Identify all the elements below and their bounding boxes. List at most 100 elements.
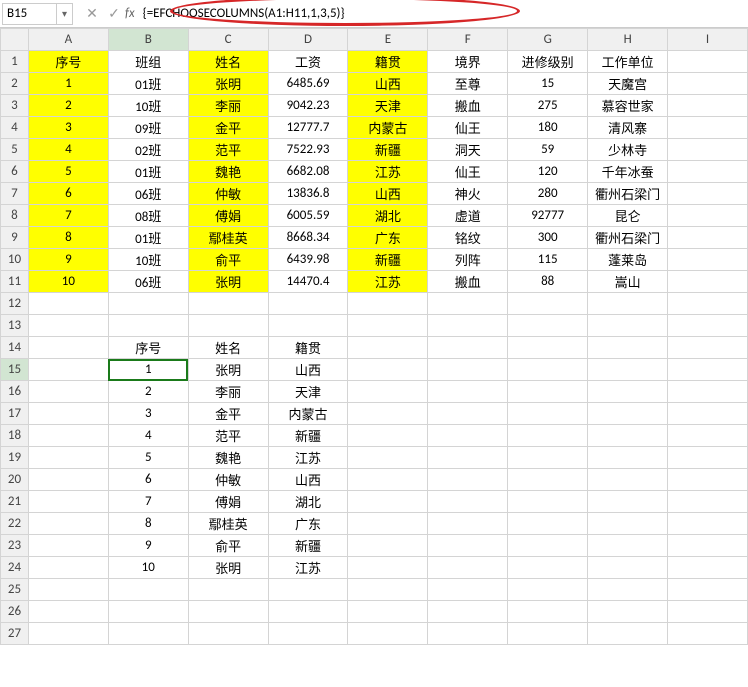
cell-C5[interactable]: 范平 xyxy=(188,139,268,161)
row-header-19[interactable]: 19 xyxy=(1,447,29,469)
cell-C11[interactable]: 张明 xyxy=(188,271,268,293)
cell-I13[interactable] xyxy=(668,315,748,337)
cell-A2[interactable]: 1 xyxy=(28,73,108,95)
cell-D19[interactable]: 江苏 xyxy=(268,447,348,469)
cell-A20[interactable] xyxy=(28,469,108,491)
cell-B15[interactable]: 1 xyxy=(108,359,188,381)
cell-G13[interactable] xyxy=(508,315,588,337)
cell-B25[interactable] xyxy=(108,579,188,601)
confirm-formula-button[interactable]: ✓ xyxy=(103,3,125,25)
cell-A15[interactable] xyxy=(28,359,108,381)
row-header-8[interactable]: 8 xyxy=(1,205,29,227)
cell-F26[interactable] xyxy=(428,601,508,623)
cell-F6[interactable]: 仙王 xyxy=(428,161,508,183)
cell-G22[interactable] xyxy=(508,513,588,535)
cell-B20[interactable]: 6 xyxy=(108,469,188,491)
cell-G11[interactable]: 88 xyxy=(508,271,588,293)
cell-H20[interactable] xyxy=(588,469,668,491)
cell-I10[interactable] xyxy=(668,249,748,271)
cell-H14[interactable] xyxy=(588,337,668,359)
cell-C2[interactable]: 张明 xyxy=(188,73,268,95)
cell-A13[interactable] xyxy=(28,315,108,337)
spreadsheet-grid[interactable]: ABCDEFGHI1序号班组姓名工资籍贯境界进修级别工作单位2101班张明648… xyxy=(0,28,748,645)
cell-H6[interactable]: 千年冰蚕 xyxy=(588,161,668,183)
cell-G1[interactable]: 进修级别 xyxy=(508,51,588,73)
cell-F10[interactable]: 列阵 xyxy=(428,249,508,271)
cell-I17[interactable] xyxy=(668,403,748,425)
cell-I15[interactable] xyxy=(668,359,748,381)
cell-E7[interactable]: 山西 xyxy=(348,183,428,205)
cell-G7[interactable]: 280 xyxy=(508,183,588,205)
row-header-22[interactable]: 22 xyxy=(1,513,29,535)
cell-F22[interactable] xyxy=(428,513,508,535)
cell-A21[interactable] xyxy=(28,491,108,513)
cell-C18[interactable]: 范平 xyxy=(188,425,268,447)
cell-F15[interactable] xyxy=(428,359,508,381)
cell-C24[interactable]: 张明 xyxy=(188,557,268,579)
cell-E1[interactable]: 籍贯 xyxy=(348,51,428,73)
row-header-12[interactable]: 12 xyxy=(1,293,29,315)
cell-E11[interactable]: 江苏 xyxy=(348,271,428,293)
cell-F9[interactable]: 铭纹 xyxy=(428,227,508,249)
cell-H1[interactable]: 工作单位 xyxy=(588,51,668,73)
cell-E13[interactable] xyxy=(348,315,428,337)
cell-F13[interactable] xyxy=(428,315,508,337)
cell-D4[interactable]: 12777.7 xyxy=(268,117,348,139)
cell-C23[interactable]: 俞平 xyxy=(188,535,268,557)
cell-E6[interactable]: 江苏 xyxy=(348,161,428,183)
cell-C20[interactable]: 仲敏 xyxy=(188,469,268,491)
cell-G27[interactable] xyxy=(508,623,588,645)
cell-I23[interactable] xyxy=(668,535,748,557)
cell-G4[interactable]: 180 xyxy=(508,117,588,139)
cell-H24[interactable] xyxy=(588,557,668,579)
cell-E25[interactable] xyxy=(348,579,428,601)
cell-C17[interactable]: 金平 xyxy=(188,403,268,425)
cell-C22[interactable]: 鄢桂英 xyxy=(188,513,268,535)
cell-E18[interactable] xyxy=(348,425,428,447)
cell-H21[interactable] xyxy=(588,491,668,513)
cell-B19[interactable]: 5 xyxy=(108,447,188,469)
row-header-3[interactable]: 3 xyxy=(1,95,29,117)
cell-C16[interactable]: 李丽 xyxy=(188,381,268,403)
cell-C7[interactable]: 仲敏 xyxy=(188,183,268,205)
row-header-18[interactable]: 18 xyxy=(1,425,29,447)
cell-I21[interactable] xyxy=(668,491,748,513)
fx-icon[interactable]: fx xyxy=(125,6,135,21)
cell-B23[interactable]: 9 xyxy=(108,535,188,557)
cell-I22[interactable] xyxy=(668,513,748,535)
row-header-1[interactable]: 1 xyxy=(1,51,29,73)
cell-B12[interactable] xyxy=(108,293,188,315)
row-header-2[interactable]: 2 xyxy=(1,73,29,95)
cell-F23[interactable] xyxy=(428,535,508,557)
cell-C12[interactable] xyxy=(188,293,268,315)
row-header-5[interactable]: 5 xyxy=(1,139,29,161)
cell-I25[interactable] xyxy=(668,579,748,601)
cell-D16[interactable]: 天津 xyxy=(268,381,348,403)
cell-E24[interactable] xyxy=(348,557,428,579)
cell-G16[interactable] xyxy=(508,381,588,403)
cell-B4[interactable]: 09班 xyxy=(108,117,188,139)
cell-D21[interactable]: 湖北 xyxy=(268,491,348,513)
cell-F20[interactable] xyxy=(428,469,508,491)
cell-F24[interactable] xyxy=(428,557,508,579)
cell-I1[interactable] xyxy=(668,51,748,73)
cell-A11[interactable]: 10 xyxy=(28,271,108,293)
cell-G19[interactable] xyxy=(508,447,588,469)
col-header-B[interactable]: B xyxy=(108,29,188,51)
cell-H2[interactable]: 天魔宫 xyxy=(588,73,668,95)
cell-E12[interactable] xyxy=(348,293,428,315)
cell-D10[interactable]: 6439.98 xyxy=(268,249,348,271)
name-box-dropdown[interactable]: ▾ xyxy=(57,3,73,25)
row-header-7[interactable]: 7 xyxy=(1,183,29,205)
cell-B5[interactable]: 02班 xyxy=(108,139,188,161)
cell-H3[interactable]: 慕容世家 xyxy=(588,95,668,117)
cell-E22[interactable] xyxy=(348,513,428,535)
cell-E9[interactable]: 广东 xyxy=(348,227,428,249)
cell-I20[interactable] xyxy=(668,469,748,491)
cell-A4[interactable]: 3 xyxy=(28,117,108,139)
cell-E3[interactable]: 天津 xyxy=(348,95,428,117)
cell-H19[interactable] xyxy=(588,447,668,469)
col-header-F[interactable]: F xyxy=(428,29,508,51)
cell-C14[interactable]: 姓名 xyxy=(188,337,268,359)
col-header-D[interactable]: D xyxy=(268,29,348,51)
